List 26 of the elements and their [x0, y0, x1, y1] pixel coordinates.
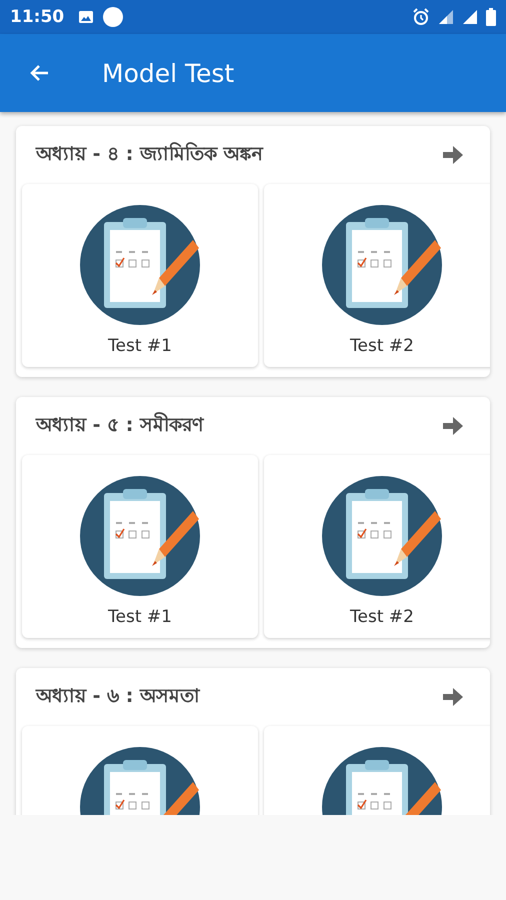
arrow-right-icon[interactable] [442, 687, 464, 707]
status-time: 11:50 [10, 7, 64, 27]
arrow-right-icon[interactable] [442, 145, 464, 165]
circle-icon [102, 6, 124, 28]
test-tile[interactable]: Test #2 [264, 455, 490, 638]
test-label: Test #2 [350, 607, 414, 627]
test-tile[interactable]: Test #2 [264, 184, 490, 367]
signal-icon [438, 9, 454, 25]
clipboard-test-icon [79, 204, 201, 326]
screen-title: Model Test [102, 58, 234, 88]
test-tile[interactable]: Test #1 [22, 184, 258, 367]
test-label: Test #1 [108, 336, 172, 356]
clipboard-test-icon [79, 475, 201, 597]
image-icon [78, 10, 94, 24]
alarm-icon [412, 8, 430, 26]
arrow-right-icon[interactable] [442, 416, 464, 436]
chapter-title: অধ্যায় - ৫ : সমীকরণ [36, 411, 203, 438]
signal-icon [462, 9, 478, 25]
test-label: Test #1 [108, 607, 172, 627]
chapter-title: অধ্যায় - ৪ : জ্যামিতিক অঙ্কন [36, 141, 263, 167]
test-label: Test #2 [350, 336, 414, 356]
test-tile[interactable]: Test #1 [22, 455, 258, 638]
chapter-title: অধ্যায় - ৬ : অসমতা [36, 684, 200, 709]
clipboard-test-icon [321, 475, 443, 597]
clipboard-test-icon [321, 204, 443, 326]
battery-icon [486, 8, 496, 26]
